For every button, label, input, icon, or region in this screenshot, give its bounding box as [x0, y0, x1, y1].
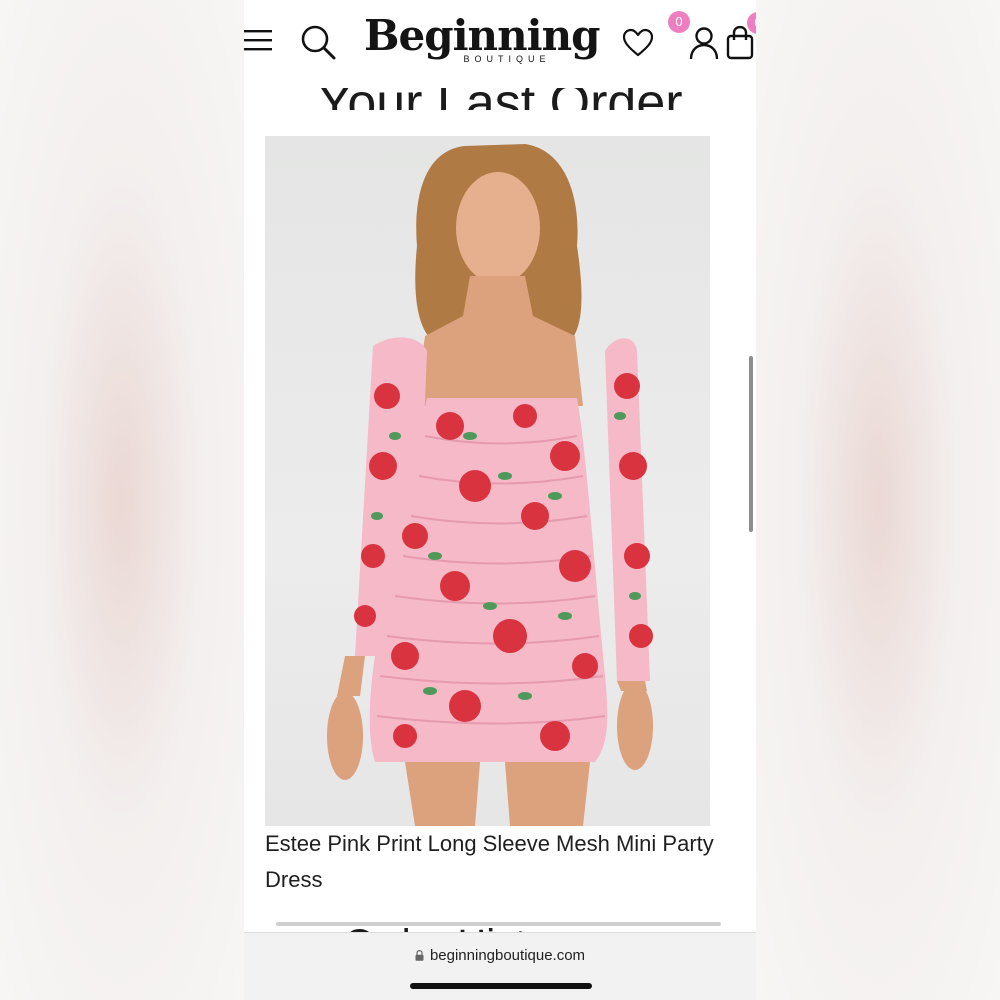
account-icon[interactable] [688, 26, 720, 60]
lock-icon [415, 950, 424, 961]
heart-icon[interactable] [622, 28, 654, 58]
wishlist-count-badge: 0 [668, 11, 690, 33]
hamburger-icon[interactable] [244, 28, 272, 52]
right-backdrop [756, 0, 1000, 1000]
home-indicator[interactable] [410, 983, 592, 989]
product-image[interactable] [265, 136, 710, 826]
product-name-link[interactable]: Estee Pink Print Long Sleeve Mesh Mini P… [265, 826, 745, 898]
url-text: beginningboutique.com [429, 947, 586, 964]
dress-illustration [327, 144, 653, 826]
left-backdrop [0, 0, 244, 1000]
browser-url-bar[interactable]: beginningboutique.com [244, 932, 756, 1000]
logo-wordmark: Beginning [364, 11, 600, 60]
page-scrollbar[interactable] [749, 356, 753, 532]
url-display[interactable]: beginningboutique.com [244, 947, 756, 964]
brand-logo[interactable]: Beginning BOUTIQUE [364, 11, 600, 70]
phone-screen: Beginning BOUTIQUE 0 0 Your Last Order [244, 0, 756, 1000]
search-icon[interactable] [300, 24, 336, 60]
site-header: Beginning BOUTIQUE 0 0 [244, 0, 756, 80]
